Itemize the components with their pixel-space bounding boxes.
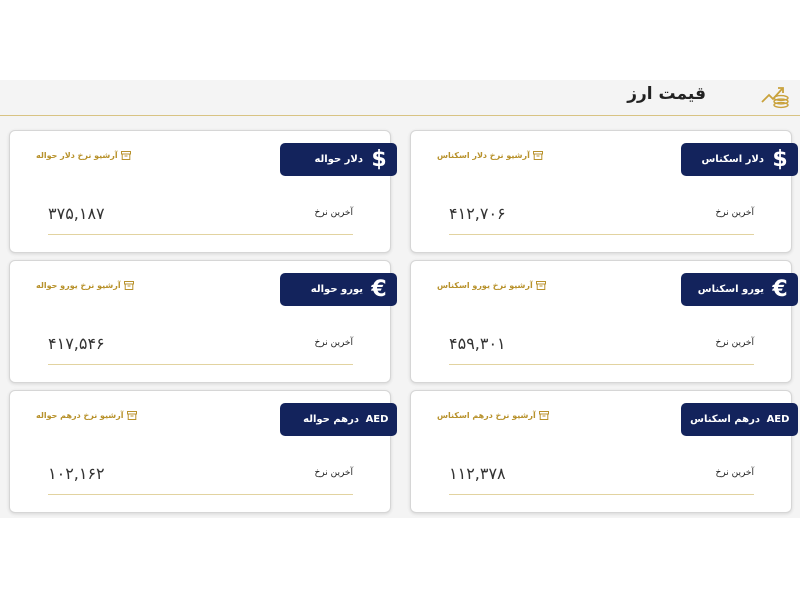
card-dollar-transfer: $ دلار حواله آرشیو نرخ دلار حواله آخرین … [9, 130, 397, 253]
price-value: ۱۰۲,۱۶۲ [48, 464, 105, 483]
last-rate-label: آخرین نرخ [314, 208, 353, 218]
last-rate-label: آخرین نرخ [314, 468, 353, 478]
card-euro-banknote: € یورو اسکناس آرشیو نرخ یورو اسکناس آخری… [410, 260, 798, 383]
last-rate-label: آخرین نرخ [715, 468, 754, 478]
archive-link[interactable]: آرشیو نرخ دلار حواله [36, 151, 131, 160]
divider [449, 494, 754, 495]
archive-box-icon [120, 151, 131, 160]
archive-box-icon [532, 151, 543, 160]
archive-label: آرشیو نرخ یورو حواله [36, 281, 121, 290]
archive-label: آرشیو نرخ یورو اسکناس [437, 281, 533, 290]
archive-link[interactable]: آرشیو نرخ دلار اسکناس [437, 151, 543, 160]
card-euro-transfer: € یورو حواله آرشیو نرخ یورو حواله آخرین … [9, 260, 397, 383]
card-dirham-transfer: AED درهم حواله آرشیو نرخ درهم حواله آخری… [9, 390, 397, 513]
divider [48, 364, 353, 365]
divider [48, 234, 353, 235]
price-value: ۴۱۲,۷۰۶ [449, 204, 506, 223]
aed-icon: AED [365, 413, 389, 425]
currency-badge: $ دلار اسکناس [681, 143, 798, 176]
price-value: ۳۷۵,۱۸۷ [48, 204, 105, 223]
archive-link[interactable]: آرشیو نرخ درهم حواله [36, 411, 137, 420]
archive-link[interactable]: آرشیو نرخ درهم اسکناس [437, 411, 549, 420]
page-title: قیمت ارز [627, 84, 706, 104]
archive-label: آرشیو نرخ درهم اسکناس [437, 411, 536, 420]
archive-link[interactable]: آرشیو نرخ یورو حواله [36, 281, 134, 290]
archive-box-icon [538, 411, 549, 420]
dollar-icon: $ [772, 146, 788, 172]
card-dirham-banknote: AED درهم اسکناس آرشیو نرخ درهم اسکناس آخ… [410, 390, 798, 513]
currency-title: دلار حواله [314, 154, 363, 165]
currency-badge: AED درهم حواله [280, 403, 397, 436]
card-dollar-banknote: $ دلار اسکناس آرشیو نرخ دلار اسکناس آخری… [410, 130, 798, 253]
last-rate-label: آخرین نرخ [715, 208, 754, 218]
currency-title: دلار اسکناس [701, 154, 764, 165]
currency-badge: € یورو حواله [280, 273, 397, 306]
currency-title: درهم حواله [303, 414, 359, 425]
archive-box-icon [123, 281, 134, 290]
divider [449, 234, 754, 235]
archive-link[interactable]: آرشیو نرخ یورو اسکناس [437, 281, 546, 290]
dollar-icon: $ [371, 146, 387, 172]
currency-title: یورو اسکناس [697, 284, 764, 295]
archive-box-icon [126, 411, 137, 420]
section-header: قیمت ارز [0, 80, 800, 116]
currency-badge: $ دلار حواله [280, 143, 397, 176]
divider [449, 364, 754, 365]
last-rate-label: آخرین نرخ [715, 338, 754, 348]
currency-badge: € یورو اسکناس [681, 273, 798, 306]
divider [48, 494, 353, 495]
currency-panel: قیمت ارز $ دلار حواله آرشیو نرخ دلار حوا… [0, 80, 800, 518]
currency-title: یورو حواله [310, 284, 363, 295]
archive-box-icon [535, 281, 546, 290]
last-rate-label: آخرین نرخ [314, 338, 353, 348]
currency-title: درهم اسکناس [690, 414, 760, 425]
coins-chart-icon [761, 87, 789, 109]
archive-label: آرشیو نرخ دلار اسکناس [437, 151, 530, 160]
price-value: ۴۱۷,۵۴۶ [48, 334, 105, 353]
currency-badge: AED درهم اسکناس [681, 403, 798, 436]
aed-icon: AED [766, 413, 790, 425]
euro-icon: € [772, 276, 788, 302]
euro-icon: € [371, 276, 387, 302]
archive-label: آرشیو نرخ دلار حواله [36, 151, 118, 160]
archive-label: آرشیو نرخ درهم حواله [36, 411, 124, 420]
price-value: ۱۱۲,۳۷۸ [449, 464, 506, 483]
price-value: ۴۵۹,۳۰۱ [449, 334, 506, 353]
